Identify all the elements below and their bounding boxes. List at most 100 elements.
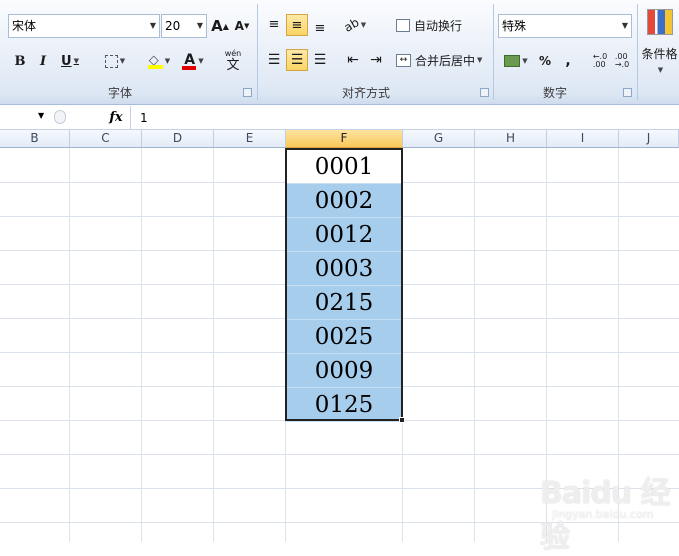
gridline xyxy=(141,148,142,542)
formula-divider xyxy=(130,106,131,130)
cell-F5[interactable]: 0215 xyxy=(286,286,402,320)
column-header-B[interactable]: B xyxy=(0,130,70,148)
function-icon: fx xyxy=(109,110,123,125)
column-header-I[interactable]: I xyxy=(547,130,619,148)
chevron-down-icon: ▼ xyxy=(149,21,156,30)
gridline xyxy=(69,148,70,542)
number-dialog-launcher[interactable] xyxy=(623,88,632,97)
cell-F3[interactable]: 0012 xyxy=(286,218,402,252)
percent-icon: % xyxy=(538,54,552,68)
grow-font-icon: A xyxy=(211,17,223,35)
fill-bucket-icon: ◇ xyxy=(147,53,163,69)
number-format-combo[interactable]: 特殊 ▼ xyxy=(498,14,632,38)
increase-decimal-icon: ←.0.00 xyxy=(592,52,608,69)
column-header-E[interactable]: E xyxy=(214,130,286,148)
conditional-format-icon xyxy=(646,9,673,35)
align-middle-button[interactable]: ≡ xyxy=(286,14,308,36)
chevron-down-icon: ▼ xyxy=(621,21,628,30)
align-left-button[interactable]: ☰ xyxy=(263,49,285,71)
font-size-value: 20 xyxy=(165,19,181,33)
font-dialog-launcher[interactable] xyxy=(243,88,252,97)
align-right-icon: ☰ xyxy=(313,52,327,68)
align-left-icon: ☰ xyxy=(267,52,281,68)
decrease-decimal-icon: .00 →.0 xyxy=(614,52,630,69)
column-header-J[interactable]: J xyxy=(619,130,679,148)
align-top-button[interactable]: ≡ xyxy=(263,14,285,36)
cell-F2[interactable]: 0002 xyxy=(286,184,402,218)
watermark-url: jingyan.baidu.com xyxy=(552,508,654,521)
alignment-dialog-launcher[interactable] xyxy=(480,88,489,97)
increase-decimal-button[interactable]: ←.0.00 xyxy=(590,50,610,72)
underline-button[interactable]: U ▼ xyxy=(56,50,84,72)
cell-F1[interactable]: 0001 xyxy=(286,150,402,184)
italic-button[interactable]: I xyxy=(33,50,53,72)
gridline xyxy=(474,148,475,542)
merge-cells-icon: ↔ xyxy=(396,53,411,67)
conditional-format-button[interactable]: 条件格 ▼ xyxy=(640,6,679,76)
number-group-label: 数字 xyxy=(542,86,567,100)
cell-F4[interactable]: 0003 xyxy=(286,252,402,286)
column-header-G[interactable]: G xyxy=(403,130,475,148)
group-divider xyxy=(257,4,258,100)
underline-icon: U xyxy=(61,53,72,69)
group-divider xyxy=(493,4,494,100)
align-top-icon: ≡ xyxy=(268,17,280,32)
font-size-combo[interactable]: 20 ▼ xyxy=(161,14,207,38)
align-center-button[interactable]: ☰ xyxy=(286,49,308,71)
gridline xyxy=(0,454,679,455)
wrap-text-icon xyxy=(396,18,410,32)
phonetic-button[interactable]: wén 文 xyxy=(218,47,248,73)
accounting-format-button[interactable]: ▼ xyxy=(500,50,532,72)
insert-function-button[interactable]: fx xyxy=(104,108,128,128)
merge-center-button[interactable]: ↔ 合并后居中 ▼ xyxy=(395,49,489,71)
column-header-C[interactable]: C xyxy=(70,130,142,148)
cell-F6[interactable]: 0025 xyxy=(286,320,402,354)
font-color-icon: A xyxy=(182,51,197,70)
column-header-D[interactable]: D xyxy=(142,130,214,148)
orientation-button[interactable]: ab ▼ xyxy=(340,14,370,36)
shrink-font-icon: A xyxy=(234,19,244,33)
name-box[interactable]: ▼ xyxy=(0,108,50,128)
comma-style-button[interactable]: , xyxy=(558,50,578,72)
gridline xyxy=(213,148,214,542)
wrap-text-button[interactable]: 自动换行 xyxy=(395,14,470,36)
chevron-down-icon[interactable]: ▼ xyxy=(38,111,44,120)
increase-indent-button[interactable]: ⇥ xyxy=(365,49,387,71)
formula-bar-resize-handle[interactable] xyxy=(54,110,66,124)
gridline xyxy=(402,148,403,542)
formula-bar: ▼ fx 1 xyxy=(0,106,679,130)
alignment-group-label: 对齐方式 xyxy=(341,86,390,100)
column-header-H[interactable]: H xyxy=(475,130,547,148)
text-orientation-icon: ab xyxy=(341,15,362,35)
shrink-font-button[interactable]: A ▼ xyxy=(232,15,252,37)
bold-icon: B xyxy=(14,53,26,69)
percent-button[interactable]: % xyxy=(535,50,555,72)
chevron-down-icon: ▼ xyxy=(196,21,203,30)
group-divider xyxy=(637,4,638,100)
bold-button[interactable]: B xyxy=(10,50,30,72)
cell-F7[interactable]: 0009 xyxy=(286,354,402,388)
align-right-button[interactable]: ☰ xyxy=(309,49,331,71)
font-group-label: 字体 xyxy=(107,86,132,100)
comma-icon: , xyxy=(565,53,571,69)
currency-icon xyxy=(504,55,521,67)
ribbon: 宋体 ▼ 20 ▼ A ▲ A ▼ B I U ▼ ▼ ◇ ▼ A ▼ wén 文 字… xyxy=(0,0,679,105)
font-color-button[interactable]: A ▼ xyxy=(178,50,208,72)
borders-button[interactable]: ▼ xyxy=(100,50,130,72)
italic-icon: I xyxy=(39,53,47,69)
column-header-F[interactable]: F xyxy=(286,130,403,148)
cell-F8[interactable]: 0125 xyxy=(286,388,402,422)
grow-font-button[interactable]: A ▲ xyxy=(210,15,230,37)
align-bottom-icon: ≡ xyxy=(314,20,326,36)
fill-handle[interactable] xyxy=(399,417,405,423)
fill-color-button[interactable]: ◇ ▼ xyxy=(143,50,175,72)
decrease-indent-button[interactable]: ⇤ xyxy=(342,49,364,71)
phonetic-guide-icon: wén xyxy=(224,48,242,58)
align-middle-icon: ≡ xyxy=(291,17,303,33)
borders-icon xyxy=(104,54,118,68)
decrease-decimal-button[interactable]: .00 →.0 xyxy=(612,50,632,72)
font-name-combo[interactable]: 宋体 ▼ xyxy=(8,14,160,38)
align-bottom-button[interactable]: ≡ xyxy=(309,14,331,36)
align-center-icon: ☰ xyxy=(290,52,304,68)
formula-input[interactable]: 1 xyxy=(132,106,679,130)
